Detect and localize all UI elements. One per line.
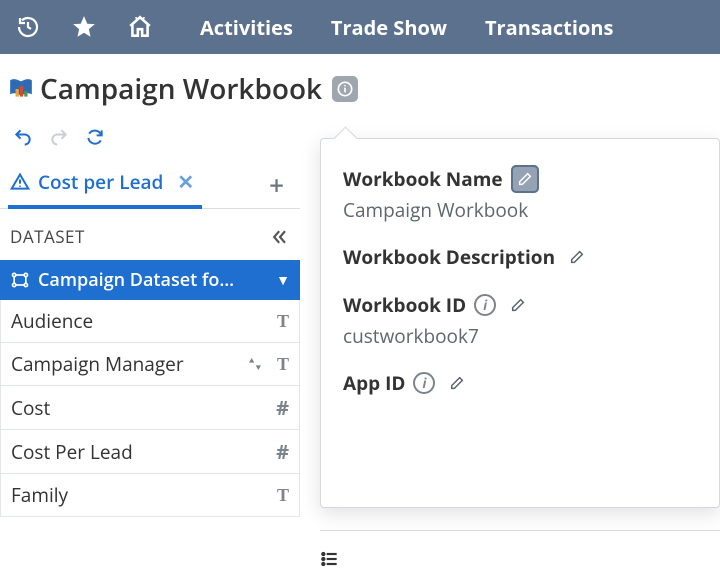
field-name: Campaign Manager — [11, 351, 184, 377]
workbook-info-popover: Workbook Name Campaign Workbook Workbook… — [320, 138, 720, 508]
nav-link-trade-show[interactable]: Trade Show — [331, 14, 447, 41]
dataset-heading-label: DATASET — [10, 225, 85, 248]
dataset-selector-label: Campaign Dataset fo… — [38, 268, 234, 292]
refresh-button[interactable] — [84, 126, 106, 148]
edit-workbook-description-button[interactable] — [563, 243, 591, 271]
add-tab-button[interactable]: + — [269, 167, 292, 203]
history-icon[interactable] — [14, 13, 42, 41]
nav-icons — [14, 13, 154, 41]
dataset-header: DATASET — [0, 209, 300, 260]
workbook-name-value: Campaign Workbook — [343, 197, 697, 223]
workbook-description-label: Workbook Description — [343, 244, 555, 270]
bottom-section — [320, 530, 720, 569]
app-id-label: App ID — [343, 370, 405, 396]
nav-link-transactions[interactable]: Transactions — [485, 14, 613, 41]
field-name: Family — [11, 482, 68, 508]
field-type-icons: # — [276, 438, 289, 465]
tab-row: Cost per Lead ✕ + — [0, 156, 300, 209]
number-type-icon: # — [276, 394, 289, 421]
star-icon[interactable] — [70, 13, 98, 41]
left-pane: Cost per Lead ✕ + DATASET Campaign Datas… — [0, 156, 300, 517]
field-type-icons: T — [277, 485, 289, 506]
home-icon[interactable] — [126, 13, 154, 41]
text-type-icon: T — [277, 354, 289, 375]
redo-button[interactable] — [48, 126, 70, 148]
workbook-id-label: Workbook ID — [343, 292, 466, 318]
workbook-name-label: Workbook Name — [343, 166, 503, 192]
title-row: Campaign Workbook — [0, 54, 720, 112]
field-type-icons: T — [247, 354, 289, 375]
dataset-selector[interactable]: Campaign Dataset fo… ▼ — [0, 260, 300, 300]
edit-workbook-id-button[interactable] — [504, 291, 532, 319]
text-type-icon: T — [277, 311, 289, 332]
nav-link-activities[interactable]: Activities — [200, 14, 293, 41]
field-type-icons: T — [277, 311, 289, 332]
tab-close-button[interactable]: ✕ — [171, 168, 200, 195]
field-name: Cost Per Lead — [11, 439, 133, 465]
edit-workbook-name-button[interactable] — [511, 165, 539, 193]
field-list: AudienceTCampaign ManagerTCost#Cost Per … — [0, 300, 300, 517]
right-area: Workbook Name Campaign Workbook Workbook… — [300, 156, 720, 517]
field-row[interactable]: Family T — [1, 474, 299, 516]
field-type-icons: # — [276, 394, 289, 421]
top-nav: Activities Trade Show Transactions — [0, 0, 720, 54]
field-row[interactable]: Campaign Manager T — [1, 343, 299, 386]
workbook-icon — [8, 76, 34, 102]
page-title: Campaign Workbook — [40, 70, 322, 108]
field-row[interactable]: Audience T — [1, 300, 299, 343]
field-name: Cost — [11, 395, 50, 421]
tab-label: Cost per Lead — [38, 169, 163, 195]
field-row[interactable]: Cost Per Lead # — [1, 430, 299, 474]
collapse-panel-button[interactable] — [270, 227, 290, 247]
workbook-id-value: custworkbook7 — [343, 323, 697, 349]
app-id-info-icon[interactable]: i — [413, 372, 435, 394]
chevron-down-icon: ▼ — [276, 271, 290, 290]
field-row[interactable]: Cost # — [1, 386, 299, 430]
number-type-icon: # — [276, 438, 289, 465]
info-button[interactable] — [332, 76, 358, 102]
text-type-icon: T — [277, 485, 289, 506]
nav-links: Activities Trade Show Transactions — [200, 14, 613, 41]
dataset-selector-icon — [10, 270, 30, 290]
workbook-id-info-icon[interactable]: i — [474, 294, 496, 316]
tab-cost-per-lead[interactable]: Cost per Lead ✕ — [8, 160, 202, 209]
edit-app-id-button[interactable] — [443, 369, 471, 397]
field-name: Audience — [11, 308, 93, 334]
list-icon — [320, 549, 340, 569]
warning-icon — [10, 172, 30, 192]
undo-button[interactable] — [12, 126, 34, 148]
sort-icon — [247, 356, 263, 372]
